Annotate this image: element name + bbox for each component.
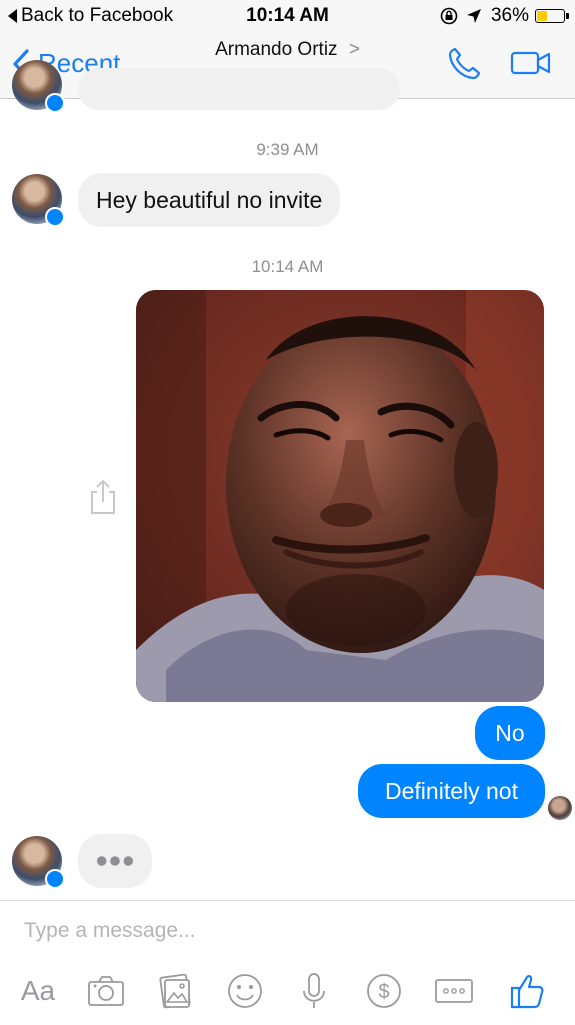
contact-chevron: > <box>348 39 360 60</box>
typing-indicator <box>78 834 152 888</box>
contact-name: Armando Ortiz <box>215 39 338 60</box>
messenger-badge-icon <box>45 869 65 889</box>
gallery-icon[interactable] <box>158 971 194 1011</box>
aa-label: Aa <box>20 975 56 1006</box>
lock-rotation-icon <box>440 7 458 25</box>
read-receipt-avatar <box>548 796 572 820</box>
more-icon[interactable] <box>434 971 474 1011</box>
svg-text:$: $ <box>378 981 389 1003</box>
status-bar: Back to Facebook 10:14 AM 36% <box>0 0 575 30</box>
location-arrow-icon <box>466 9 481 23</box>
video-camera-icon[interactable] <box>510 50 552 76</box>
outgoing-message[interactable]: Definitely not <box>358 764 545 818</box>
timestamp: 9:39 AM <box>256 140 319 159</box>
battery-fill <box>537 11 548 21</box>
incoming-message[interactable]: Hey beautiful no invite <box>78 173 341 227</box>
message-composer: Type a message... Aa $ <box>0 900 575 1025</box>
camera-icon[interactable] <box>86 971 126 1011</box>
previous-message-bubble[interactable] <box>78 68 400 110</box>
emoji-icon[interactable] <box>226 971 264 1011</box>
outgoing-message[interactable]: No <box>475 706 545 760</box>
battery-icon <box>535 9 569 23</box>
messenger-badge-icon <box>45 207 65 227</box>
timestamp: 10:14 AM <box>251 257 324 276</box>
phone-icon[interactable] <box>446 46 482 82</box>
battery-percent: 36% <box>490 5 529 26</box>
typing-dots-icon <box>96 856 134 866</box>
face-photo-image <box>136 290 544 702</box>
contact-avatar[interactable] <box>12 60 65 113</box>
text-format-button[interactable]: Aa <box>16 971 60 1011</box>
share-icon[interactable] <box>88 478 118 516</box>
contact-name-button[interactable]: Armando Ortiz > <box>0 39 575 61</box>
contact-avatar[interactable] <box>12 174 65 227</box>
messenger-badge-icon <box>45 93 65 113</box>
status-indicators: 36% <box>439 5 569 27</box>
message-input[interactable]: Type a message... <box>24 919 196 943</box>
microphone-icon[interactable] <box>300 971 328 1011</box>
sent-photo[interactable] <box>136 290 544 702</box>
payment-icon[interactable]: $ <box>365 971 403 1011</box>
contact-avatar[interactable] <box>12 836 65 889</box>
thumbs-up-icon[interactable] <box>508 971 546 1011</box>
